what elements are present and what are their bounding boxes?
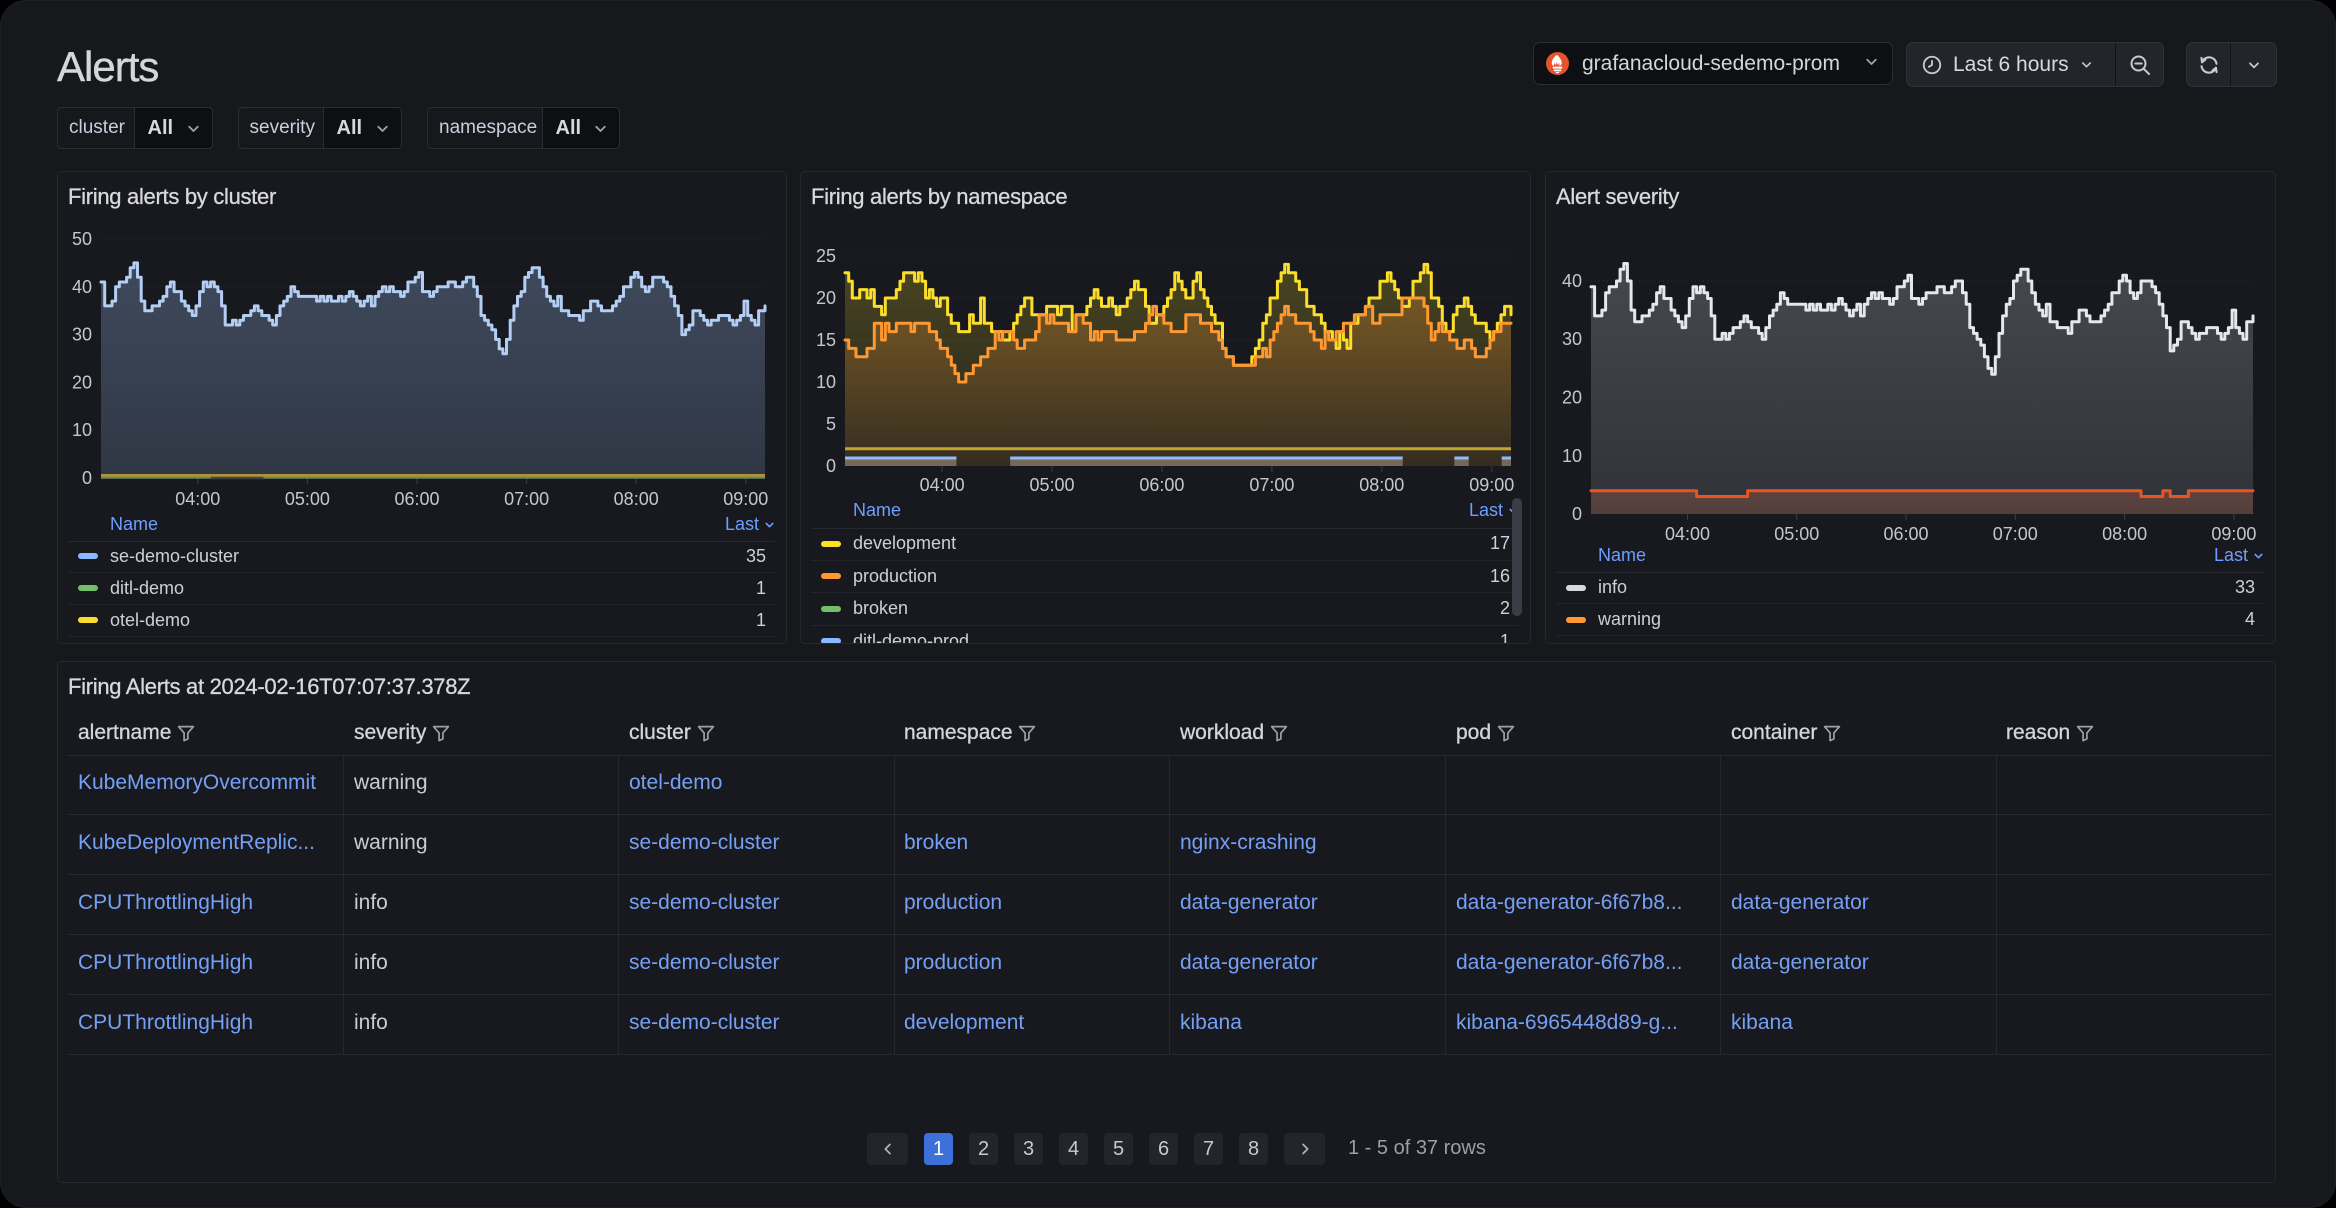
svg-text:09:00: 09:00 [723,489,768,509]
svg-text:04:00: 04:00 [920,475,965,495]
svg-text:15: 15 [816,330,836,350]
svg-text:30: 30 [1562,329,1582,349]
svg-text:10: 10 [816,372,836,392]
svg-text:50: 50 [72,229,92,249]
svg-text:20: 20 [1562,388,1582,408]
svg-text:09:00: 09:00 [1469,475,1514,495]
svg-text:10: 10 [1562,446,1582,466]
svg-text:06:00: 06:00 [1139,475,1184,495]
svg-text:08:00: 08:00 [2102,524,2147,544]
svg-text:08:00: 08:00 [614,489,659,509]
svg-text:20: 20 [72,372,92,392]
svg-text:05:00: 05:00 [1029,475,1074,495]
svg-text:07:00: 07:00 [504,489,549,509]
svg-text:08:00: 08:00 [1359,475,1404,495]
svg-text:40: 40 [1562,271,1582,291]
svg-text:10: 10 [72,420,92,440]
svg-text:20: 20 [816,288,836,308]
svg-text:25: 25 [816,246,836,266]
svg-text:05:00: 05:00 [1774,524,1819,544]
svg-text:04:00: 04:00 [175,489,220,509]
svg-text:06:00: 06:00 [394,489,439,509]
svg-text:06:00: 06:00 [1883,524,1928,544]
svg-text:0: 0 [82,468,92,488]
svg-text:07:00: 07:00 [1249,475,1294,495]
svg-text:40: 40 [72,277,92,297]
svg-text:07:00: 07:00 [1993,524,2038,544]
svg-text:0: 0 [1572,504,1582,524]
svg-text:09:00: 09:00 [2211,524,2256,544]
svg-text:5: 5 [826,414,836,434]
svg-text:0: 0 [826,456,836,476]
svg-text:04:00: 04:00 [1665,524,1710,544]
svg-text:05:00: 05:00 [285,489,330,509]
svg-text:30: 30 [72,325,92,345]
